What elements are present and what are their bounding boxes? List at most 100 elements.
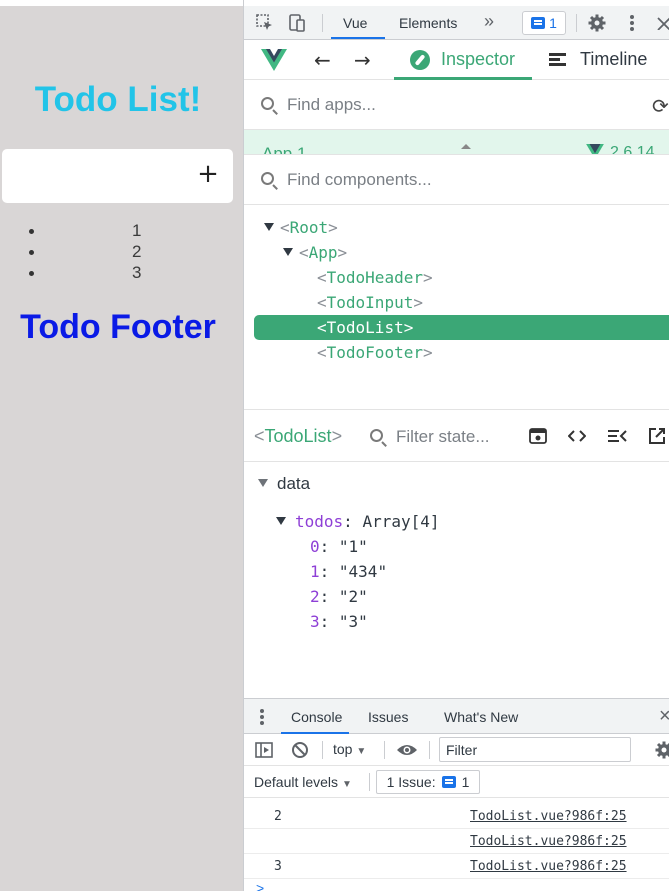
back-button[interactable]: ← xyxy=(314,48,331,72)
scroll-to-component-icon[interactable] xyxy=(528,426,548,446)
clear-console-icon[interactable] xyxy=(290,740,310,760)
default-levels-dropdown[interactable]: Default levels ▼ xyxy=(254,774,352,790)
dropdown-arrow-icon: ▼ xyxy=(341,779,352,790)
footer-title: Todo Footer xyxy=(20,308,216,346)
separator xyxy=(429,741,430,759)
kebab-menu-icon[interactable] xyxy=(622,12,642,34)
devtools-panel: Vue Elements » 1 ← → Inspector Timeline … xyxy=(243,0,669,891)
find-components-input[interactable] xyxy=(287,168,657,192)
array-item: 2: "2" xyxy=(310,587,368,606)
app-name: App 1 xyxy=(262,144,307,155)
log-source-link[interactable]: TodoList.vue?986f:25 xyxy=(470,859,627,874)
separator xyxy=(322,14,323,32)
bullet-icon xyxy=(29,250,34,255)
tree-node-todolist-selected[interactable]: <TodoList> xyxy=(254,315,669,340)
tree-node-app[interactable]: <App> xyxy=(283,240,347,265)
code-icon[interactable] xyxy=(567,426,587,446)
drawer-menu-icon[interactable] xyxy=(258,708,266,726)
bullet-icon xyxy=(29,229,34,234)
tree-node-todoheader[interactable]: <TodoHeader> xyxy=(317,265,433,290)
tab-inspector[interactable]: Inspector xyxy=(394,40,532,80)
tab-elements[interactable]: Elements xyxy=(399,15,457,31)
console-prompt[interactable]: > xyxy=(256,880,264,891)
active-tab-indicator xyxy=(331,37,385,39)
data-section-toggle[interactable]: data xyxy=(258,474,310,494)
timeline-icon xyxy=(549,53,566,67)
tree-node-root[interactable]: <Root> xyxy=(264,215,338,240)
console-filter-input[interactable] xyxy=(439,737,631,762)
todos-prop-toggle[interactable]: todos: Array[4] xyxy=(276,512,440,531)
show-sidebar-icon[interactable] xyxy=(254,740,274,760)
inspect-element-icon[interactable] xyxy=(254,13,276,33)
separator xyxy=(322,741,323,759)
tree-node-todofooter[interactable]: <TodoFooter> xyxy=(317,340,433,365)
vue-devtools-header: ← → Inspector Timeline xyxy=(244,40,669,80)
console-settings-gear-icon[interactable] xyxy=(654,740,669,760)
issues-count: 1 xyxy=(549,15,557,31)
app-selector-row[interactable]: App 1 2.6.14 xyxy=(244,130,669,155)
console-toolbar: top ▼ xyxy=(244,734,669,766)
forward-button[interactable]: → xyxy=(354,48,371,72)
top-strip xyxy=(0,0,243,6)
component-tree: <Root> <App> <TodoHeader> <TodoInput> <T… xyxy=(244,205,669,410)
issues-chip[interactable]: 1 Issue: 1 xyxy=(376,770,480,794)
context-selector[interactable]: top ▼ xyxy=(333,741,366,757)
expand-arrow-icon xyxy=(258,478,268,487)
vue-version: 2.6.14 xyxy=(610,144,655,155)
eye-icon[interactable] xyxy=(396,740,418,760)
tab-console[interactable]: Console xyxy=(291,709,342,725)
tab-whats-new[interactable]: What's New xyxy=(444,709,518,725)
console-log-row: 2 TodoList.vue?986f:25 xyxy=(244,804,669,829)
refresh-icon[interactable]: ⟳ xyxy=(652,94,669,118)
todo-input[interactable]: + xyxy=(2,149,233,203)
bullet-icon xyxy=(29,271,34,276)
close-devtools-icon[interactable] xyxy=(656,13,669,33)
expand-arrow-icon xyxy=(276,516,286,525)
search-icon xyxy=(370,429,383,442)
drawer-tabbar: Console Issues What's New × xyxy=(244,698,669,734)
tab-vue[interactable]: Vue xyxy=(343,15,367,31)
console-levels-row: Default levels ▼ 1 Issue: 1 xyxy=(244,766,669,798)
close-drawer-button[interactable]: × xyxy=(659,705,669,728)
dropdown-arrow-icon: ▼ xyxy=(356,746,367,757)
add-todo-button[interactable]: + xyxy=(197,161,219,187)
log-source-link[interactable]: TodoList.vue?986f:25 xyxy=(470,834,627,849)
gear-icon[interactable] xyxy=(586,12,608,34)
message-icon xyxy=(441,776,456,788)
message-icon xyxy=(531,17,546,29)
devtools-tabbar: Vue Elements » 1 xyxy=(244,6,669,40)
todo-item: 3 xyxy=(0,262,243,283)
vue-logo-icon xyxy=(261,49,287,76)
tab-issues[interactable]: Issues xyxy=(368,709,408,725)
find-apps-input[interactable] xyxy=(287,93,627,117)
todo-item: 2 xyxy=(0,241,243,262)
selected-component-name: <TodoList> xyxy=(254,426,343,446)
log-message: 2 xyxy=(274,809,282,824)
issues-badge[interactable]: 1 xyxy=(522,11,566,35)
expand-arrow-icon xyxy=(283,247,293,256)
state-inspector-header: <TodoList> xyxy=(244,410,669,462)
more-tabs-button[interactable]: » xyxy=(484,11,494,32)
console-log-row: 3 TodoList.vue?986f:25 xyxy=(244,854,669,879)
tab-inspector-label: Inspector xyxy=(441,49,516,69)
separator xyxy=(576,14,577,32)
filter-state-input[interactable] xyxy=(396,425,516,449)
todo-item-text: 2 xyxy=(132,242,142,261)
log-source-link[interactable]: TodoList.vue?986f:25 xyxy=(470,809,627,824)
tree-node-todoinput[interactable]: <TodoInput> xyxy=(317,290,423,315)
app-pane: Todo List! + 1 2 3 Todo Footer xyxy=(0,0,243,891)
todo-item: 1 xyxy=(0,220,243,241)
compass-icon xyxy=(410,50,430,70)
open-in-editor-icon[interactable] xyxy=(647,426,667,446)
vue-logo-icon xyxy=(586,144,604,154)
todo-list: 1 2 3 xyxy=(0,220,243,283)
device-toolbar-icon[interactable] xyxy=(286,13,308,33)
show-render-code-icon[interactable] xyxy=(607,426,627,446)
app-title: Todo List! xyxy=(34,80,202,119)
log-message: 3 xyxy=(274,859,282,874)
tab-timeline[interactable]: Timeline xyxy=(549,40,669,80)
array-item: 1: "434" xyxy=(310,562,388,581)
find-components-bar xyxy=(244,155,669,205)
console-log-row: TodoList.vue?986f:25 xyxy=(244,829,669,854)
todo-item-text: 1 xyxy=(132,221,142,240)
